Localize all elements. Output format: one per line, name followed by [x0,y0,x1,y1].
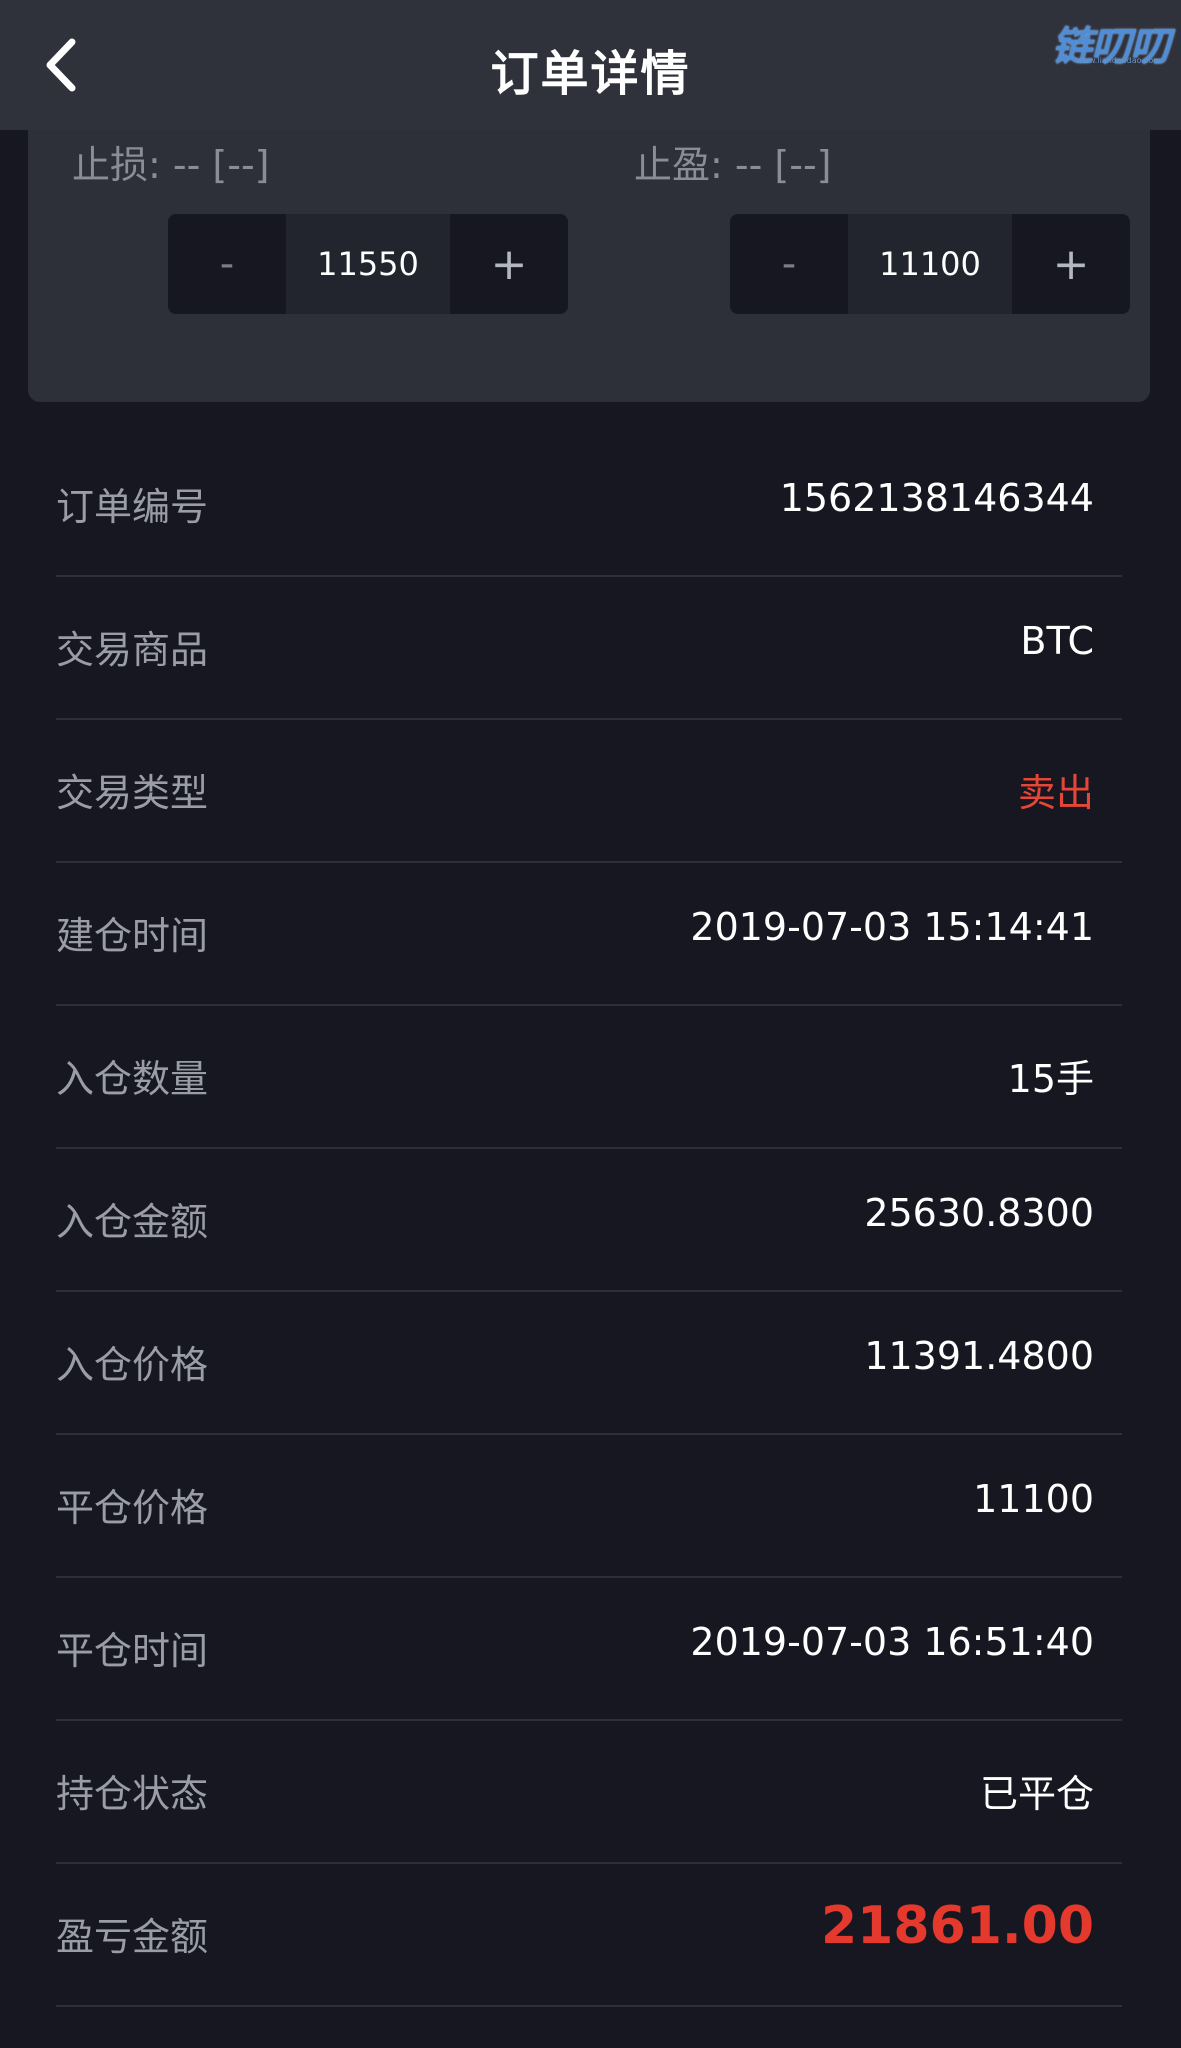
take-profit-input[interactable]: 11100 [848,214,1012,314]
detail-label: 入仓价格 [56,1343,209,1387]
stop-loss-value-text: : -- [--] [148,143,270,187]
detail-value-sell: 卖出 [1017,771,1094,815]
detail-value: 2019-07-03 16:51:40 [690,1620,1094,1664]
page-title: 订单详情 [490,46,691,102]
stop-loss-decrease-button[interactable]: - [168,214,286,314]
header-bar: 订单详情 链叨叨 www.liandaodao.com [0,0,1181,130]
detail-label: 盈亏金额 [56,1915,209,1959]
take-profit-stepper: - 11100 + [730,214,1130,314]
take-profit-label-text: 止盈 [634,143,711,187]
detail-value: 25630.8300 [864,1191,1094,1235]
detail-label: 订单编号 [56,485,209,529]
take-profit-increase-button[interactable]: + [1012,214,1130,314]
detail-label: 持仓状态 [56,1772,209,1816]
detail-row-amount: 入仓金额 25630.8300 [56,1147,1122,1292]
detail-value: 已平仓 [979,1772,1094,1816]
detail-row-open-time: 建仓时间 2019-07-03 15:14:41 [56,861,1122,1006]
detail-label: 入仓金额 [56,1200,209,1244]
detail-row-trade-type: 交易类型 卖出 [56,718,1122,863]
detail-value-profit: 21861.00 [820,1896,1094,1956]
watermark-url: www.liandaodao.com [1075,56,1161,65]
detail-row-order-number: 订单编号 1562138146344 [56,432,1122,577]
stop-loss-stepper: - 11550 + [168,214,568,314]
detail-row-close-time: 平仓时间 2019-07-03 16:51:40 [56,1576,1122,1721]
take-profit-decrease-button[interactable]: - [730,214,848,314]
order-details-list: 订单编号 1562138146344 交易商品 BTC 交易类型 卖出 建仓时间… [28,432,1150,2048]
detail-value: 11391.4800 [864,1334,1094,1378]
take-profit-label: 止盈: -- [--] [634,134,831,189]
detail-row-open-price: 入仓价格 11391.4800 [56,1290,1122,1435]
detail-value: 2019-07-03 15:14:41 [690,905,1094,949]
detail-label: 入仓数量 [56,1057,209,1101]
stop-settings-panel: 止损: -- [--] 止盈: -- [--] - 11550 + - 1110… [28,100,1150,402]
detail-row-position-status: 持仓状态 已平仓 [56,1719,1122,1864]
detail-row-close-price: 平仓价格 11100 [56,1433,1122,1578]
stop-loss-increase-button[interactable]: + [450,214,568,314]
detail-value: 11100 [973,1477,1094,1521]
detail-value: 1562138146344 [779,476,1094,520]
detail-row-profit-loss: 盈亏金额 21861.00 [56,1862,1122,2007]
detail-label: 平仓时间 [56,1629,209,1673]
detail-value: BTC [1020,619,1094,663]
detail-label: 交易类型 [56,771,209,815]
detail-label: 交易商品 [56,628,209,672]
stop-loss-label-text: 止损 [72,143,149,187]
take-profit-value-text: : -- [--] [710,143,832,187]
detail-row-quantity: 入仓数量 15手 [56,1004,1122,1149]
stop-loss-label: 止损: -- [--] [72,134,269,189]
detail-label: 平仓价格 [56,1486,209,1530]
stop-loss-input[interactable]: 11550 [286,214,450,314]
detail-label: 建仓时间 [56,914,209,958]
detail-row-product: 交易商品 BTC [56,575,1122,720]
detail-value: 15手 [1007,1057,1094,1101]
